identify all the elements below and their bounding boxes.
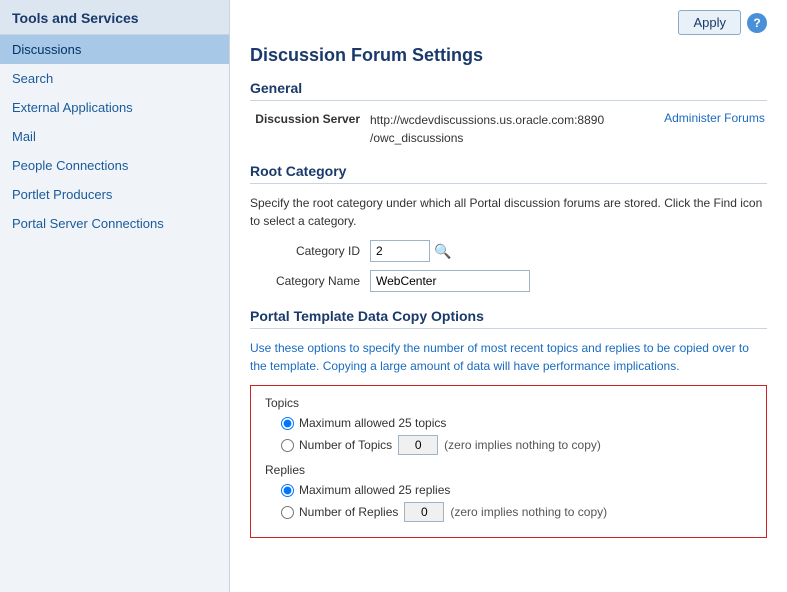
topics-max-label: Maximum allowed 25 topics [299, 416, 446, 430]
replies-max-radio[interactable] [281, 484, 294, 497]
category-id-label: Category ID [250, 244, 370, 258]
replies-max-radio-row: Maximum allowed 25 replies [265, 483, 752, 497]
root-category-section: Root Category Specify the root category … [250, 163, 767, 292]
general-section: General Discussion Server http://wcdevdi… [250, 80, 767, 147]
portal-template-section: Portal Template Data Copy Options Use th… [250, 308, 767, 538]
apply-button[interactable]: Apply [678, 10, 741, 35]
sidebar: Tools and Services Discussions Search Ex… [0, 0, 230, 592]
replies-number-radio-row: Number of Replies (zero implies nothing … [265, 502, 752, 522]
sidebar-item-external-applications[interactable]: External Applications [0, 93, 229, 122]
options-box: Topics Maximum allowed 25 topics Number … [250, 385, 767, 538]
sidebar-item-mail[interactable]: Mail [0, 122, 229, 151]
replies-number-input[interactable] [404, 502, 444, 522]
sidebar-item-portlet-producers[interactable]: Portlet Producers [0, 180, 229, 209]
sidebar-item-discussions[interactable]: Discussions [0, 35, 229, 64]
server-value: http://wcdevdiscussions.us.oracle.com:88… [370, 111, 604, 147]
category-name-input[interactable] [370, 270, 530, 292]
replies-group-title: Replies [265, 463, 752, 477]
server-label: Discussion Server [250, 111, 370, 126]
sidebar-item-people-connections[interactable]: People Connections [0, 151, 229, 180]
topics-max-radio-row: Maximum allowed 25 topics [265, 416, 752, 430]
category-name-label: Category Name [250, 274, 370, 288]
portal-template-title: Portal Template Data Copy Options [250, 308, 767, 329]
topics-number-input[interactable] [398, 435, 438, 455]
replies-max-label: Maximum allowed 25 replies [299, 483, 450, 497]
help-icon[interactable]: ? [747, 13, 767, 33]
sidebar-item-search[interactable]: Search [0, 64, 229, 93]
replies-zero-note: (zero implies nothing to copy) [450, 505, 607, 519]
server-row: Discussion Server http://wcdevdiscussion… [250, 111, 767, 147]
general-section-title: General [250, 80, 767, 101]
topics-max-radio[interactable] [281, 417, 294, 430]
topics-number-label: Number of Topics [299, 438, 392, 452]
root-category-title: Root Category [250, 163, 767, 184]
topics-group-title: Topics [265, 396, 752, 410]
topics-number-radio-row: Number of Topics (zero implies nothing t… [265, 435, 752, 455]
administer-forums-link[interactable]: Administer Forums [664, 111, 765, 125]
replies-number-radio[interactable] [281, 506, 294, 519]
page-title: Discussion Forum Settings [250, 43, 767, 66]
category-id-row: Category ID 🔍 [250, 240, 767, 262]
category-name-row: Category Name [250, 270, 767, 292]
portal-template-description: Use these options to specify the number … [250, 339, 767, 375]
root-category-description: Specify the root category under which al… [250, 194, 767, 230]
top-bar: Apply ? [250, 0, 767, 43]
topics-number-radio[interactable] [281, 439, 294, 452]
sidebar-item-portal-server-connections[interactable]: Portal Server Connections [0, 209, 229, 238]
replies-number-label: Number of Replies [299, 505, 398, 519]
main-content: Apply ? Discussion Forum Settings Genera… [230, 0, 787, 592]
topics-zero-note: (zero implies nothing to copy) [444, 438, 601, 452]
category-id-input[interactable] [370, 240, 430, 262]
sidebar-title: Tools and Services [0, 0, 229, 35]
category-search-icon[interactable]: 🔍 [434, 243, 451, 260]
